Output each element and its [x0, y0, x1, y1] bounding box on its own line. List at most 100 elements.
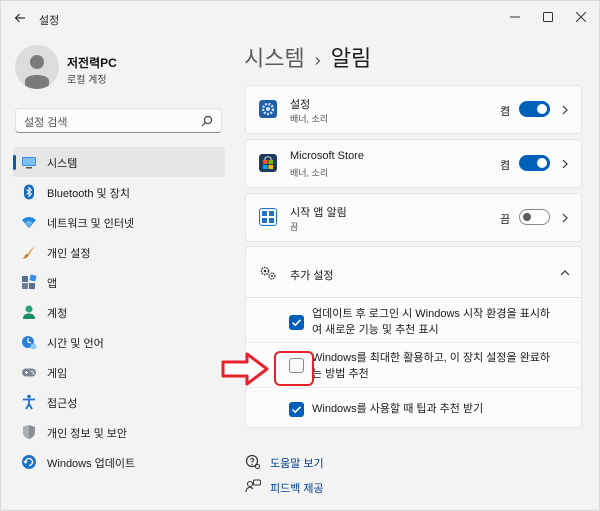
minimize-icon: [510, 16, 520, 18]
breadcrumb-separator: ›: [314, 50, 321, 70]
option-label: 업데이트 후 로그인 시 Windows 시작 환경을 표시하여 새로운 기능 …: [312, 308, 551, 336]
search-input[interactable]: 설정 검색: [24, 114, 68, 130]
sidebar-item-label: 시스템: [47, 158, 78, 170]
notification-toggle[interactable]: [519, 209, 550, 225]
wifi-icon: [22, 217, 36, 228]
selection-indicator: [13, 155, 16, 170]
sidebar-item-label: Bluetooth 및 장치: [47, 188, 130, 200]
search-box[interactable]: 설정 검색: [15, 108, 222, 133]
apps-icon: [22, 274, 37, 289]
notification-toggle[interactable]: [519, 101, 550, 117]
option-label: Windows를 최대한 활용하고, 이 장치 설정을 완료하는 방법 추천: [312, 352, 551, 380]
sidebar-item-label: 네트워크 및 인터넷: [47, 218, 135, 230]
sidebar-item-privacy-security[interactable]: 개인 정보 및 보안: [13, 417, 225, 447]
additional-settings-header[interactable]: 추가 설정: [246, 247, 581, 298]
app-name: Microsoft Store: [290, 150, 364, 162]
chevron-right-icon: [562, 213, 568, 223]
option-tips-suggestions[interactable]: Windows를 사용할 때 팁과 추천 받기: [246, 388, 581, 428]
option-label: Windows를 사용할 때 팁과 추천 받기: [312, 403, 484, 415]
sidebar-item-label: 게임: [47, 368, 68, 380]
sidebar-item-label: 시간 및 언어: [47, 338, 104, 350]
annotation-arrow-icon: [221, 352, 269, 386]
settings-app-icon: [259, 100, 277, 118]
sidebar-item-label: 접근성: [47, 398, 78, 410]
sidebar-item-label: 계정: [47, 308, 68, 320]
feedback-icon: [245, 479, 261, 493]
app-title: 설정: [39, 15, 60, 27]
bluetooth-icon: [24, 184, 34, 200]
sidebar-item-label: 앱: [47, 278, 58, 290]
app-notification-types: 끔: [290, 222, 299, 232]
profile-account-type: 로컬 계정: [67, 75, 107, 86]
help-icon: [245, 454, 260, 469]
back-button[interactable]: [9, 7, 31, 29]
checkmark-icon: [291, 406, 302, 414]
page-title: 알림: [330, 46, 372, 71]
notification-toggle[interactable]: [519, 155, 550, 171]
sidebar-item-label: 개인 정보 및 보안: [47, 428, 128, 440]
checkmark-icon: [291, 319, 302, 327]
account-icon: [23, 305, 35, 319]
additional-settings-card: 추가 설정 업데이트 후 로그인 시 Windows 시작 환경을 표시하여 새…: [245, 246, 582, 428]
sidebar-item-accounts[interactable]: 계정: [13, 297, 225, 327]
sidebar-item-apps[interactable]: 앱: [13, 267, 225, 297]
app-notification-row-store[interactable]: Microsoft Store 배너, 소리 켬: [245, 139, 582, 188]
chevron-right-icon: [562, 105, 568, 115]
start-app-icon: [259, 208, 277, 226]
sidebar-item-time-language[interactable]: 시간 및 언어: [13, 327, 225, 357]
option-welcome-experience[interactable]: 업데이트 후 로그인 시 Windows 시작 환경을 표시하여 새로운 기능 …: [246, 298, 581, 343]
sidebar-item-system[interactable]: 시스템: [13, 147, 225, 177]
close-icon: [576, 12, 586, 22]
additional-settings-title: 추가 설정: [290, 270, 334, 282]
app-notification-row-settings[interactable]: 설정 배너, 소리 켬: [245, 85, 582, 134]
sidebar-item-label: 개인 설정: [47, 248, 91, 260]
sidebar-item-bluetooth[interactable]: Bluetooth 및 장치: [13, 177, 225, 207]
clock-globe-icon: [22, 336, 37, 350]
sidebar-item-accessibility[interactable]: 접근성: [13, 387, 225, 417]
settings-window: 설정 저전력PC 로컬 계정 설정 검색 시스템 Bluetooth 및 장치 …: [0, 0, 600, 511]
app-notification-types: 배너, 소리: [290, 168, 329, 178]
close-button[interactable]: [567, 5, 595, 29]
sidebar-item-windows-update[interactable]: Windows 업데이트: [13, 447, 225, 477]
sidebar-item-network[interactable]: 네트워크 및 인터넷: [13, 207, 225, 237]
breadcrumb: 시스템 › 알림: [244, 41, 371, 73]
checkbox-checked[interactable]: [289, 315, 304, 330]
toggle-knob: [537, 104, 547, 114]
app-name: 설정: [290, 99, 311, 111]
gears-icon: [260, 266, 276, 280]
toggle-knob: [523, 213, 531, 221]
title-bar: 설정: [1, 1, 600, 37]
system-icon: [22, 157, 36, 169]
annotation-highlight-box: [274, 351, 314, 386]
maximize-button[interactable]: [534, 5, 562, 29]
store-app-icon: [259, 154, 277, 172]
maximize-icon: [543, 12, 553, 22]
app-notification-row-startup[interactable]: 시작 앱 알림 끔 끔: [245, 193, 582, 242]
breadcrumb-parent[interactable]: 시스템: [244, 46, 305, 71]
toggle-state-label: 켬: [500, 106, 511, 118]
toggle-knob: [537, 158, 547, 168]
profile-name: 저전력PC: [67, 56, 117, 70]
toggle-state-label: 켬: [500, 160, 511, 172]
sidebar-item-personalization[interactable]: 개인 설정: [13, 237, 225, 267]
sidebar-nav: 시스템 Bluetooth 및 장치 네트워크 및 인터넷 개인 설정 앱 계정…: [13, 147, 225, 477]
app-notification-types: 배너, 소리: [290, 114, 329, 124]
brush-icon: [22, 245, 35, 259]
chevron-up-icon: [560, 270, 570, 276]
user-profile[interactable]: 저전력PC 로컬 계정: [15, 45, 215, 91]
feedback-link-text[interactable]: 피드백 제공: [270, 480, 324, 496]
user-avatar-icon: [25, 55, 49, 89]
shield-icon: [23, 425, 35, 439]
gamepad-icon: [22, 368, 36, 377]
checkbox-checked[interactable]: [289, 402, 304, 417]
avatar: [15, 45, 59, 89]
minimize-button[interactable]: [501, 5, 529, 29]
sidebar-item-label: Windows 업데이트: [47, 458, 136, 470]
search-icon: [201, 115, 213, 127]
sidebar-item-gaming[interactable]: 게임: [13, 357, 225, 387]
chevron-right-icon: [562, 159, 568, 169]
help-link-text[interactable]: 도움말 보기: [270, 455, 324, 471]
toggle-state-label: 끔: [500, 214, 511, 226]
back-arrow-icon: [14, 13, 25, 23]
accessibility-icon: [23, 394, 35, 410]
